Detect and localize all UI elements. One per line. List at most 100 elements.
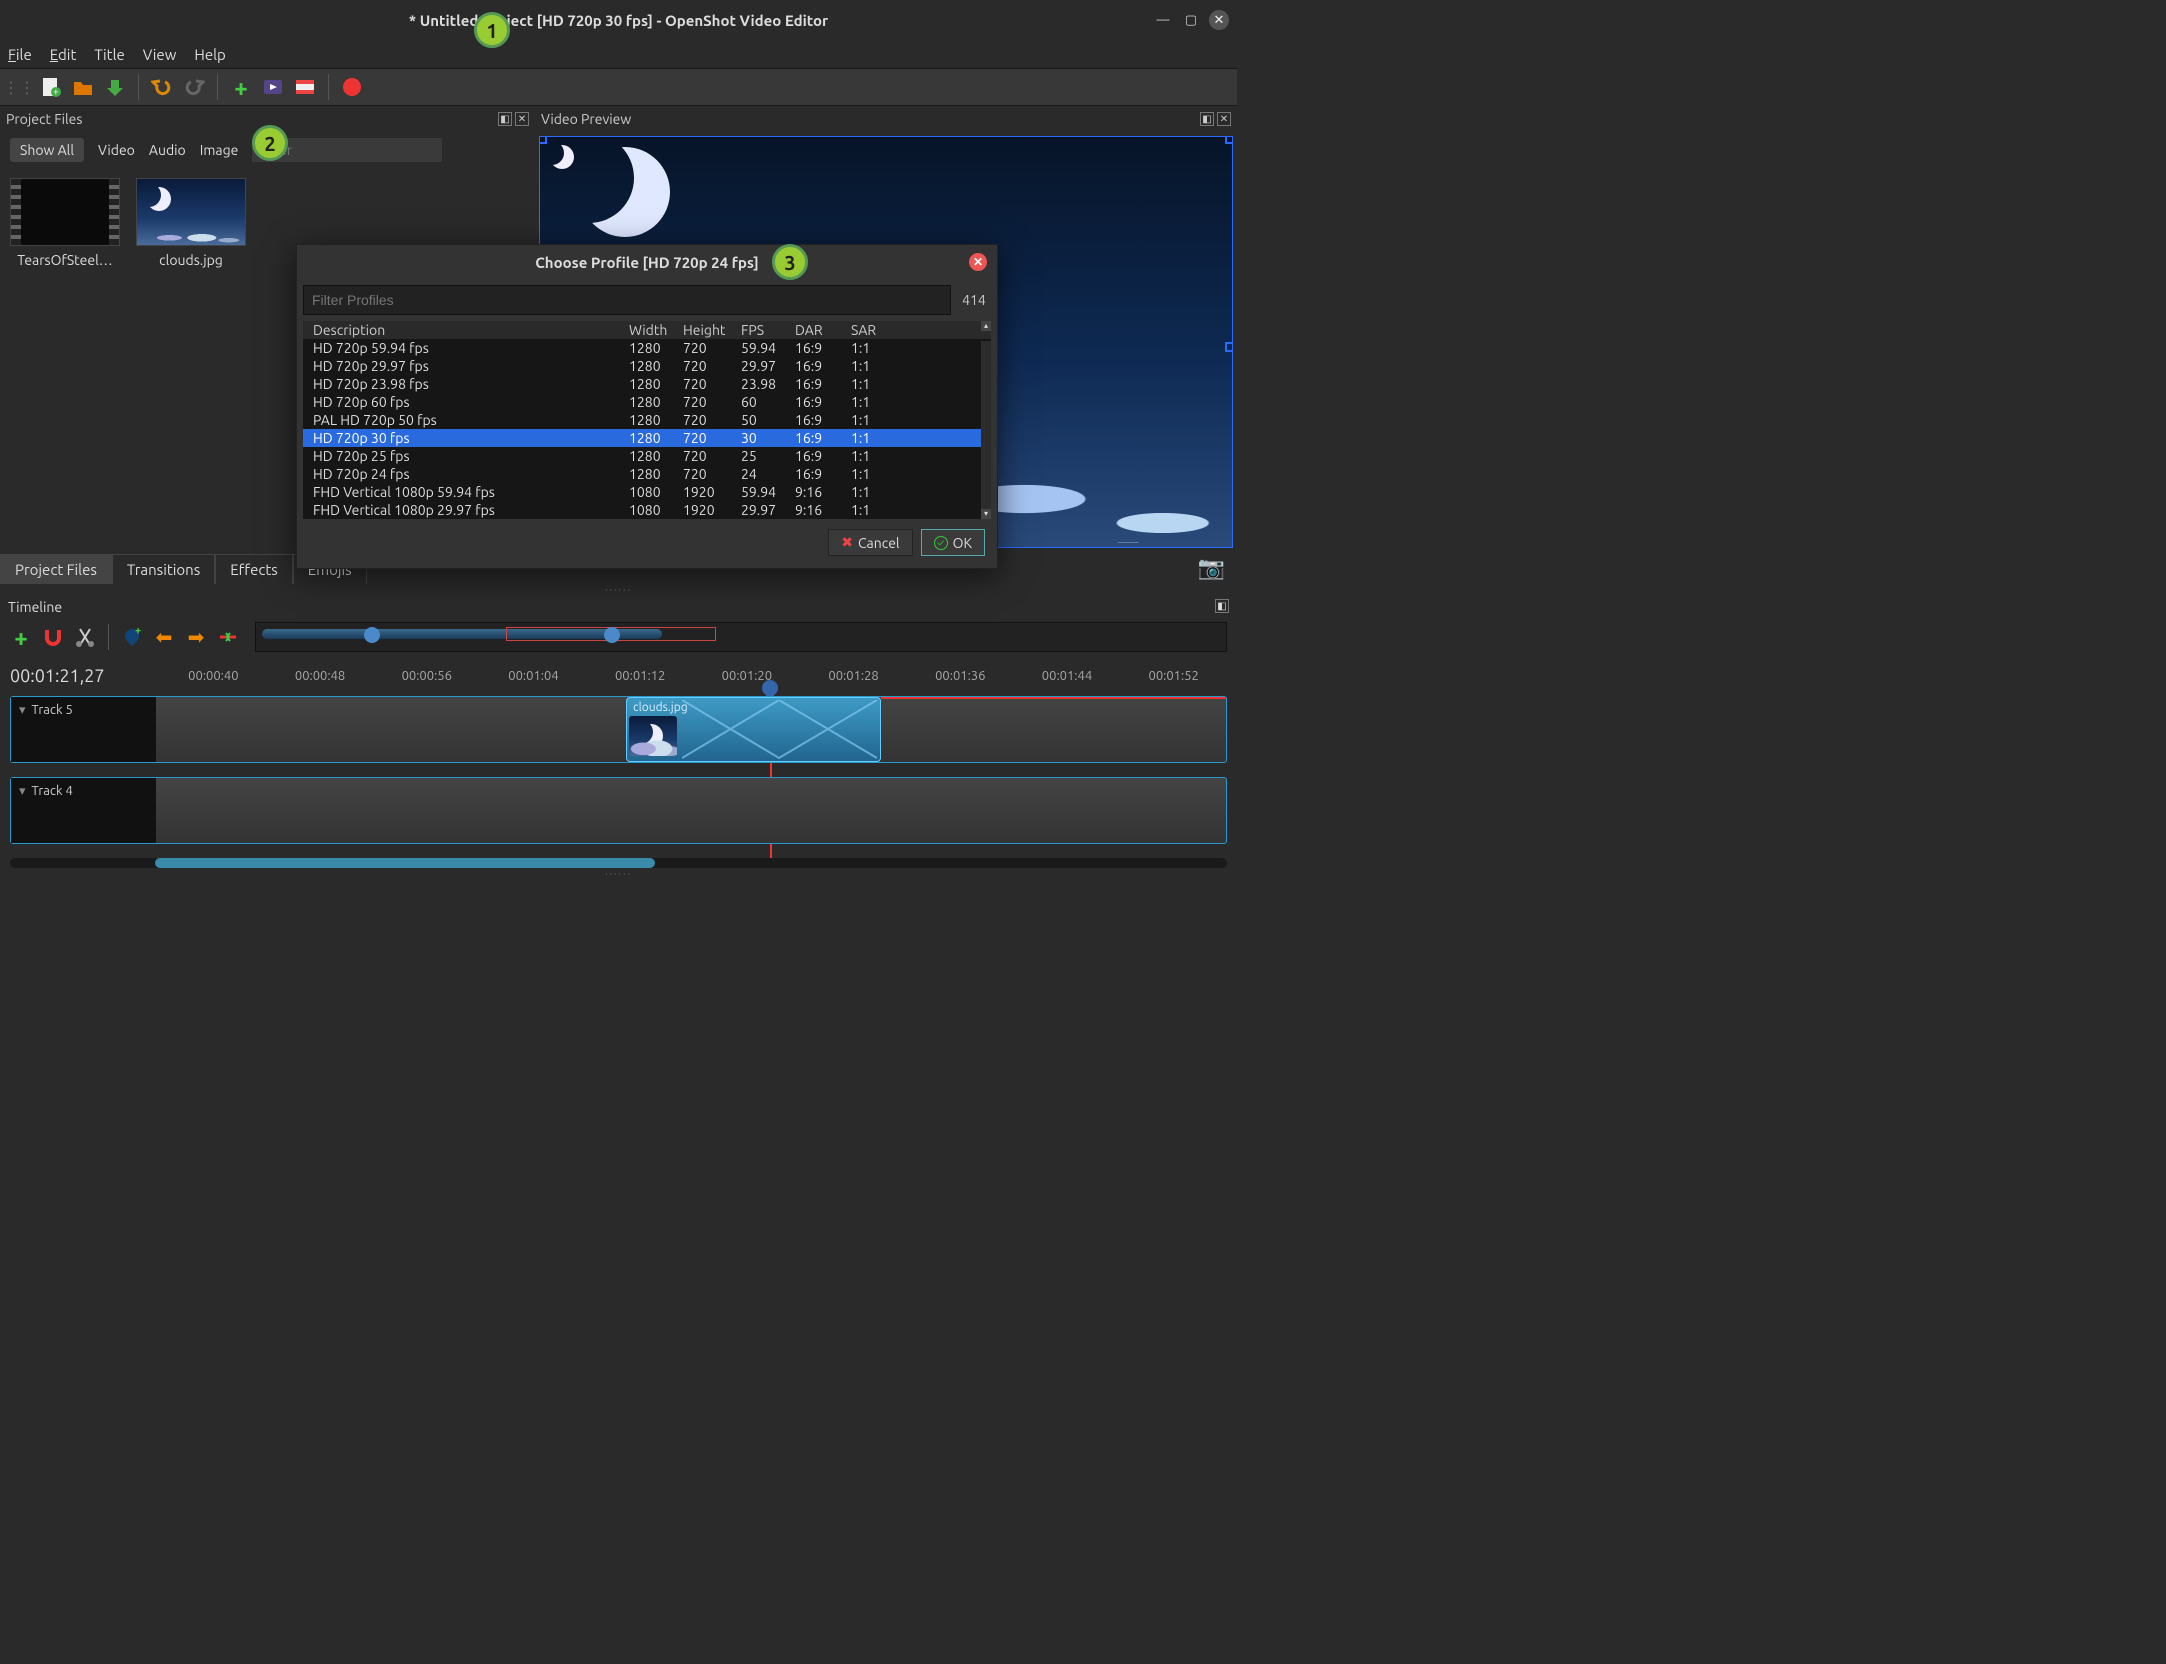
col-dar[interactable]: DAR bbox=[795, 322, 851, 338]
tab-effects[interactable]: Effects bbox=[215, 554, 293, 584]
track-label[interactable]: Track 5 bbox=[11, 697, 156, 762]
profile-row[interactable]: FHD Vertical 1080p 29.97 fps1080192029.9… bbox=[303, 501, 991, 519]
undock-icon[interactable]: ◧ bbox=[1215, 599, 1229, 613]
profile-row[interactable]: HD 720p 59.94 fps128072059.9416:91:1 bbox=[303, 339, 991, 357]
profile-cell: 720 bbox=[683, 430, 741, 446]
profile-cell: 60 bbox=[741, 394, 795, 410]
timeline-clip[interactable]: clouds.jpg bbox=[626, 697, 881, 762]
undo-icon[interactable] bbox=[151, 76, 173, 98]
profile-cell: 29.97 bbox=[741, 358, 795, 374]
razor-icon[interactable] bbox=[74, 626, 96, 648]
ok-button[interactable]: ✓ OK bbox=[921, 529, 985, 556]
timeline-tracks: Track 5 clouds.jpg Track 4 bbox=[0, 696, 1237, 858]
tab-transitions[interactable]: Transitions bbox=[112, 554, 215, 584]
snap-icon[interactable] bbox=[42, 626, 64, 648]
col-description[interactable]: Description bbox=[313, 322, 629, 338]
profile-filter-input[interactable] bbox=[303, 285, 951, 315]
timeline-ruler[interactable]: 00:01:21,27 00:00:40 00:00:48 00:00:56 0… bbox=[0, 656, 1237, 696]
profile-row[interactable]: PAL HD 720p 50 fps12807205016:91:1 bbox=[303, 411, 991, 429]
next-marker-icon[interactable]: ➡ bbox=[185, 626, 207, 648]
profile-cell: HD 720p 25 fps bbox=[313, 448, 629, 464]
col-fps[interactable]: FPS bbox=[741, 322, 795, 338]
menu-title[interactable]: Title bbox=[94, 46, 124, 63]
import-files-icon[interactable]: + bbox=[230, 76, 252, 98]
tab-project-files[interactable]: Project Files bbox=[0, 554, 112, 584]
filter-image[interactable]: Image bbox=[200, 142, 239, 158]
filter-show-all[interactable]: Show All bbox=[10, 138, 84, 162]
profile-scrollbar[interactable] bbox=[981, 341, 991, 519]
close-panel-icon[interactable]: ✕ bbox=[1217, 112, 1231, 126]
col-width[interactable]: Width bbox=[629, 322, 683, 338]
svg-text:+: + bbox=[53, 86, 59, 97]
profile-cell: 1:1 bbox=[851, 484, 911, 500]
fullscreen-icon[interactable] bbox=[294, 76, 316, 98]
new-project-icon[interactable]: + bbox=[40, 76, 62, 98]
undock-icon[interactable]: ◧ bbox=[1200, 112, 1214, 126]
timeline-overview[interactable] bbox=[255, 622, 1227, 652]
minimize-button[interactable]: — bbox=[1153, 10, 1173, 30]
menu-bar: File Edit Title View Help bbox=[0, 40, 1237, 68]
menu-view[interactable]: View bbox=[143, 46, 177, 63]
center-playhead-icon[interactable] bbox=[217, 626, 239, 648]
maximize-button[interactable]: ▢ bbox=[1181, 10, 1201, 30]
profile-cell: 1:1 bbox=[851, 466, 911, 482]
ruler-tick: 00:01:36 bbox=[907, 669, 1014, 683]
menu-file[interactable]: File bbox=[8, 46, 32, 63]
profile-cell: 59.94 bbox=[741, 340, 795, 356]
col-height[interactable]: Height bbox=[683, 322, 741, 338]
profile-cell: 1:1 bbox=[851, 502, 911, 518]
undock-icon[interactable]: ◧ bbox=[498, 112, 512, 126]
track-row[interactable]: Track 4 bbox=[10, 777, 1227, 844]
profile-cell: 1280 bbox=[629, 430, 683, 446]
dialog-close-button[interactable]: ✕ bbox=[969, 253, 987, 271]
profile-cell: 720 bbox=[683, 340, 741, 356]
filter-audio[interactable]: Audio bbox=[149, 142, 186, 158]
add-marker-icon[interactable]: + bbox=[121, 626, 143, 648]
profile-icon[interactable] bbox=[262, 76, 284, 98]
dialog-title: Choose Profile [HD 720p 24 fps] bbox=[535, 254, 759, 271]
timeline-scrollbar[interactable] bbox=[10, 858, 1227, 868]
profile-cell: 1280 bbox=[629, 448, 683, 464]
prev-marker-icon[interactable]: ⬅ bbox=[153, 626, 175, 648]
close-button[interactable]: ✕ bbox=[1209, 10, 1229, 30]
track-row[interactable]: Track 5 clouds.jpg bbox=[10, 696, 1227, 763]
profile-cell: HD 720p 29.97 fps bbox=[313, 358, 629, 374]
profile-cell: HD 720p 30 fps bbox=[313, 430, 629, 446]
redo-icon[interactable] bbox=[183, 76, 205, 98]
profile-row[interactable]: HD 720p 25 fps12807202516:91:1 bbox=[303, 447, 991, 465]
open-project-icon[interactable] bbox=[72, 76, 94, 98]
ruler-tick: 00:00:56 bbox=[373, 669, 480, 683]
profile-row[interactable]: HD 720p 60 fps12807206016:91:1 bbox=[303, 393, 991, 411]
profile-row[interactable]: FHD Vertical 1080p 59.94 fps1080192059.9… bbox=[303, 483, 991, 501]
menu-help[interactable]: Help bbox=[194, 46, 225, 63]
profile-cell: 1080 bbox=[629, 484, 683, 500]
profile-table-header[interactable]: Description Width Height FPS DAR SAR bbox=[303, 321, 991, 339]
add-track-icon[interactable]: + bbox=[10, 626, 32, 648]
col-sar[interactable]: SAR bbox=[851, 322, 911, 338]
close-panel-icon[interactable]: ✕ bbox=[515, 112, 529, 126]
menu-edit[interactable]: Edit bbox=[50, 46, 77, 63]
splitter-handle[interactable]: ······ bbox=[0, 584, 1237, 596]
profile-row[interactable]: HD 720p 30 fps12807203016:91:1 bbox=[303, 429, 991, 447]
profile-cell: 1280 bbox=[629, 376, 683, 392]
cancel-button[interactable]: ✖ Cancel bbox=[828, 529, 912, 556]
profile-cell: 16:9 bbox=[795, 448, 851, 464]
profile-cell: 720 bbox=[683, 394, 741, 410]
snapshot-icon[interactable]: 📷 bbox=[1198, 555, 1225, 581]
scroll-up-icon[interactable]: ▴ bbox=[981, 321, 991, 331]
filter-video[interactable]: Video bbox=[98, 142, 135, 158]
timeline-current-time: 00:01:21,27 bbox=[10, 666, 160, 686]
track-label[interactable]: Track 4 bbox=[11, 778, 156, 843]
scroll-down-icon[interactable]: ▾ bbox=[981, 509, 991, 519]
profile-row[interactable]: HD 720p 23.98 fps128072023.9816:91:1 bbox=[303, 375, 991, 393]
profile-row[interactable]: HD 720p 29.97 fps128072029.9716:91:1 bbox=[303, 357, 991, 375]
project-file-item[interactable]: TearsOfSteel… bbox=[10, 178, 120, 268]
save-project-icon[interactable] bbox=[104, 76, 126, 98]
profile-cell: 1:1 bbox=[851, 358, 911, 374]
svg-text:+: + bbox=[135, 626, 141, 637]
profile-row[interactable]: HD 720p 24 fps12807202416:91:1 bbox=[303, 465, 991, 483]
export-icon[interactable] bbox=[341, 76, 363, 98]
splitter-handle[interactable]: ······ bbox=[0, 868, 1237, 880]
project-file-item[interactable]: clouds.jpg bbox=[136, 178, 246, 268]
project-file-label: TearsOfSteel… bbox=[10, 252, 120, 268]
